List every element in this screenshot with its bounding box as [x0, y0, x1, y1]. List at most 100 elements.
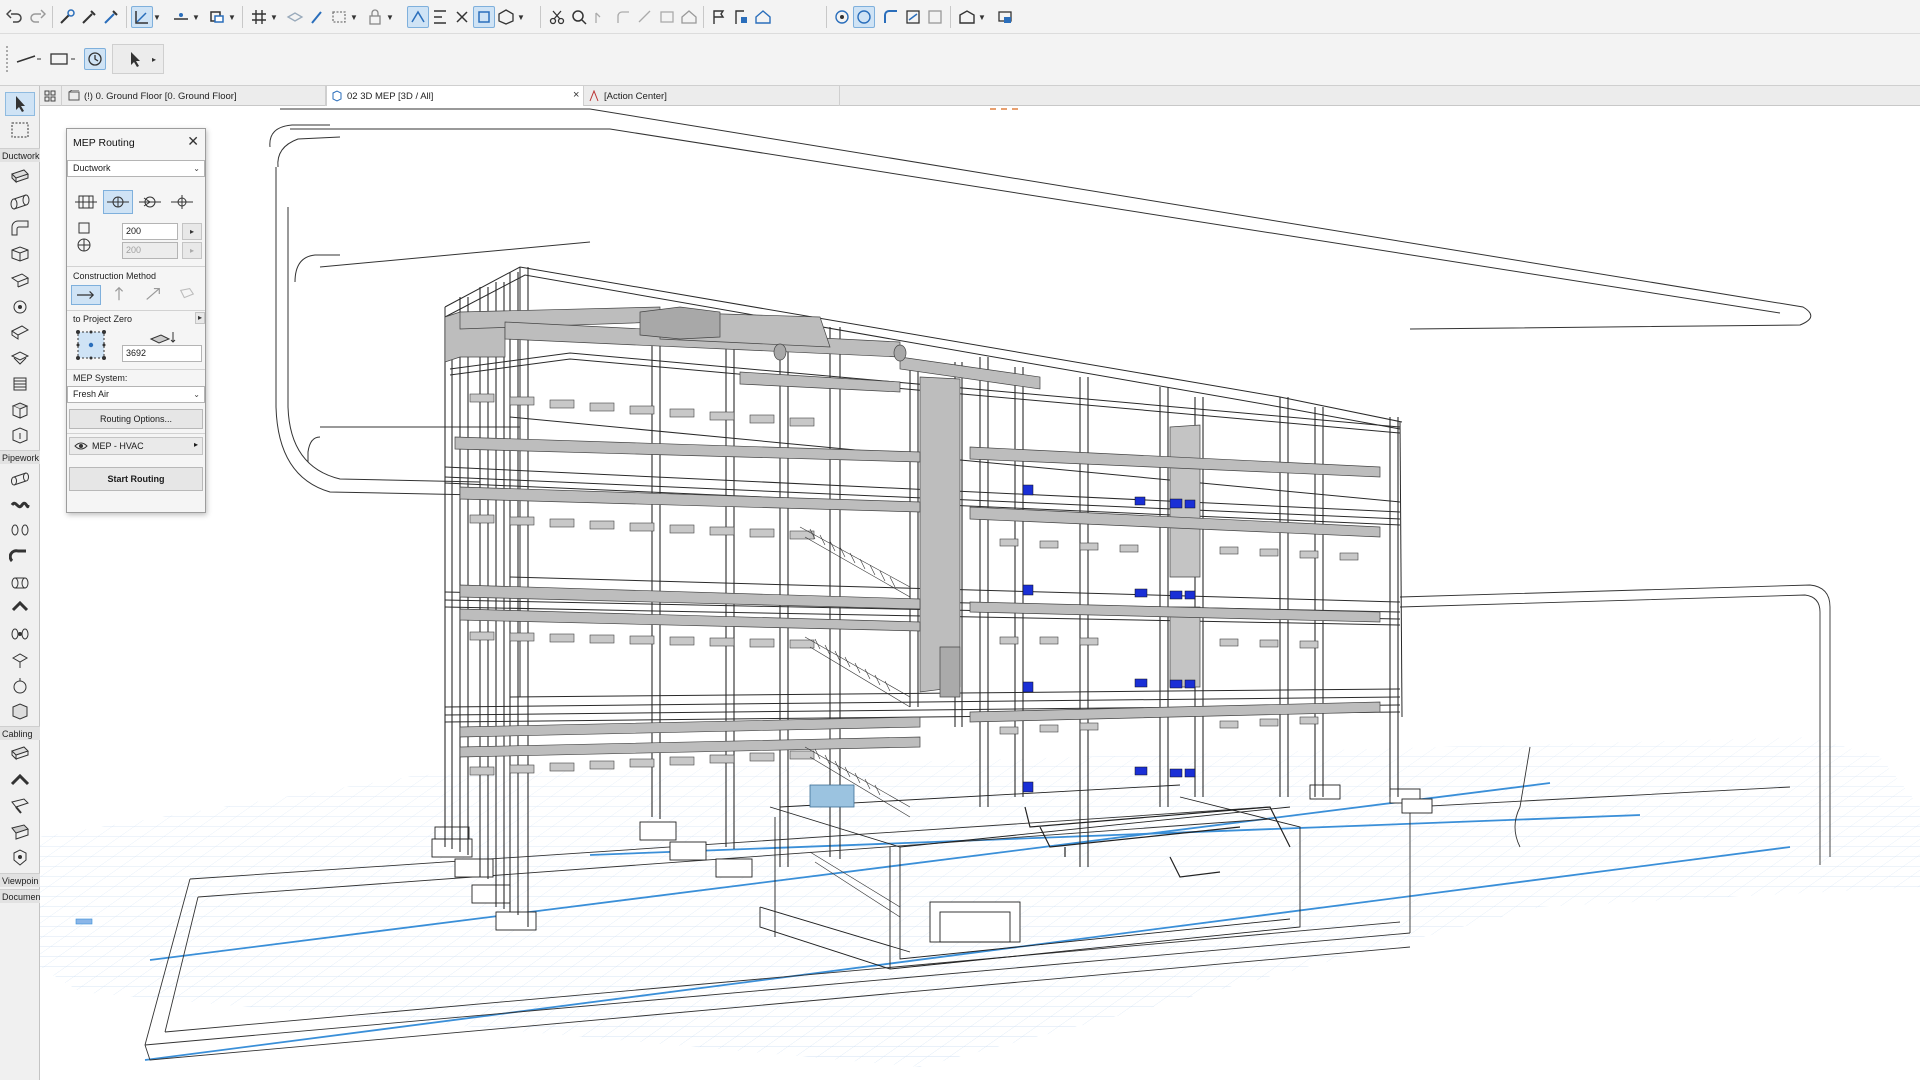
- duct-width-field[interactable]: 200: [122, 223, 178, 240]
- category-document[interactable]: Documen: [0, 889, 40, 903]
- chevron-right-icon[interactable]: ▸: [150, 48, 158, 70]
- layer-selector[interactable]: MEP - HVAC ▸: [69, 437, 203, 455]
- method-horizontal-icon[interactable]: [71, 285, 101, 305]
- mep-image-icon[interactable]: [924, 6, 946, 28]
- method-slope-icon[interactable]: [139, 285, 169, 305]
- duct-flexible-tool[interactable]: [5, 320, 35, 344]
- routing-elbow-icon[interactable]: [103, 190, 133, 214]
- duct-route-icon[interactable]: [902, 6, 924, 28]
- syringe-icon[interactable]: [100, 6, 122, 28]
- chevron-down-icon[interactable]: ▼: [228, 6, 236, 28]
- chevron-down-icon[interactable]: ▼: [153, 6, 161, 28]
- close-icon[interactable]: ✕: [187, 133, 199, 150]
- suspend-groups-icon[interactable]: [206, 6, 228, 28]
- offset-icon[interactable]: [634, 6, 656, 28]
- duct-elbow-tool[interactable]: [5, 216, 35, 240]
- layers-icon[interactable]: [284, 6, 306, 28]
- marquee-select-icon[interactable]: [48, 48, 78, 70]
- start-routing-button[interactable]: Start Routing: [69, 467, 203, 491]
- orbit-icon[interactable]: [831, 6, 853, 28]
- width-menu-arrow[interactable]: ▸: [182, 223, 202, 240]
- cube-icon[interactable]: [495, 6, 517, 28]
- duct-round-tool[interactable]: [5, 190, 35, 214]
- category-ductwork[interactable]: Ductwork: [0, 148, 40, 162]
- cable-fitting-tool[interactable]: [5, 846, 35, 870]
- routing-options-button[interactable]: Routing Options...: [69, 409, 203, 429]
- pipe-equipment-tool[interactable]: [5, 648, 35, 672]
- chevron-down-icon[interactable]: ▼: [978, 6, 986, 28]
- routing-transition-icon[interactable]: [135, 190, 165, 214]
- render-icon[interactable]: [994, 6, 1016, 28]
- pipe-branch-tool[interactable]: [5, 570, 35, 594]
- duct-transition-tool[interactable]: [5, 242, 35, 266]
- tab-ground-floor[interactable]: (!) 0. Ground Floor [0. Ground Floor]: [64, 86, 326, 106]
- home-icon[interactable]: [678, 6, 700, 28]
- eyedropper-icon[interactable]: [78, 6, 100, 28]
- magnifier-icon[interactable]: [568, 6, 590, 28]
- split-icon[interactable]: [656, 6, 678, 28]
- arrow-select-tool[interactable]: [5, 92, 35, 116]
- lock-icon[interactable]: [364, 6, 386, 28]
- marquee-tool[interactable]: [5, 118, 35, 142]
- category-cabling[interactable]: Cabling: [0, 726, 40, 740]
- 3d-house-icon[interactable]: [752, 6, 774, 28]
- pencil-icon[interactable]: [306, 6, 328, 28]
- pipe-takeoff-tool[interactable]: [5, 596, 35, 620]
- elevation-field[interactable]: 3692: [122, 345, 202, 362]
- tab-3d-mep[interactable]: 02 3D MEP [3D / All] ×: [326, 86, 584, 106]
- explode-icon[interactable]: [473, 6, 495, 28]
- 3d-model-canvas[interactable]: [40, 107, 1920, 1080]
- duct-terminal-tool[interactable]: [5, 294, 35, 318]
- category-pipework[interactable]: Pipework: [0, 450, 40, 464]
- duct-segment-tool[interactable]: [5, 164, 35, 188]
- undo-icon[interactable]: [4, 6, 26, 28]
- walk-icon[interactable]: [853, 6, 875, 28]
- close-tab-icon[interactable]: ×: [573, 89, 579, 101]
- 3d-viewport[interactable]: [40, 107, 1920, 1080]
- pipe-terminal-tool[interactable]: [5, 674, 35, 698]
- section-icon[interactable]: [730, 6, 752, 28]
- reference-menu-arrow[interactable]: ▸: [195, 312, 205, 324]
- duct-equipment-tool[interactable]: [5, 398, 35, 422]
- rotate-select-icon[interactable]: [84, 48, 106, 70]
- adjust-icon[interactable]: [590, 6, 612, 28]
- anchor-point-grid[interactable]: [72, 327, 110, 363]
- cable-elbow-tool[interactable]: [5, 768, 35, 792]
- duct-takeoff-tool[interactable]: [5, 346, 35, 370]
- pipe-fitting-tool[interactable]: [5, 700, 35, 724]
- domain-select[interactable]: Ductwork ⌄: [67, 160, 205, 177]
- duct-inline-tool[interactable]: [5, 372, 35, 396]
- chevron-down-icon[interactable]: ▼: [192, 6, 200, 28]
- pipe-flexible-tool[interactable]: [5, 492, 35, 516]
- snap-points-icon[interactable]: [170, 6, 192, 28]
- cable-transition-tool[interactable]: [5, 794, 35, 818]
- fillet-icon[interactable]: [612, 6, 634, 28]
- redo-icon[interactable]: [26, 6, 48, 28]
- chevron-down-icon[interactable]: ▼: [386, 6, 394, 28]
- cable-carrier-tool[interactable]: [5, 742, 35, 766]
- mep-system-select[interactable]: Fresh Air ⌄: [67, 386, 205, 403]
- flag-icon[interactable]: [708, 6, 730, 28]
- cursor-icon[interactable]: [124, 48, 146, 70]
- view-icon[interactable]: [956, 6, 978, 28]
- duct-fitting-tool[interactable]: [5, 424, 35, 448]
- method-vertical-icon[interactable]: [105, 285, 135, 305]
- align-icon[interactable]: [429, 6, 451, 28]
- pipe-transition-tool[interactable]: [5, 544, 35, 568]
- scissors-icon[interactable]: [546, 6, 568, 28]
- marquee-icon[interactable]: [328, 6, 350, 28]
- routing-tee-icon[interactable]: [167, 190, 197, 214]
- chevron-down-icon[interactable]: ▼: [270, 6, 278, 28]
- cross-icon[interactable]: [451, 6, 473, 28]
- pipe-inline-tool[interactable]: [5, 622, 35, 646]
- arrow-tool-icon[interactable]: [14, 48, 44, 70]
- snap-guides-icon[interactable]: [131, 6, 153, 28]
- tab-action-center[interactable]: [Action Center]: [584, 86, 840, 106]
- pipe-elbow-tool[interactable]: [5, 518, 35, 542]
- grid-icon[interactable]: [248, 6, 270, 28]
- routing-straight-icon[interactable]: [71, 190, 101, 214]
- cable-branch-tool[interactable]: [5, 820, 35, 844]
- category-viewpoint[interactable]: Viewpoin: [0, 873, 40, 887]
- duct-branch-tool[interactable]: [5, 268, 35, 292]
- trace-icon[interactable]: [407, 6, 429, 28]
